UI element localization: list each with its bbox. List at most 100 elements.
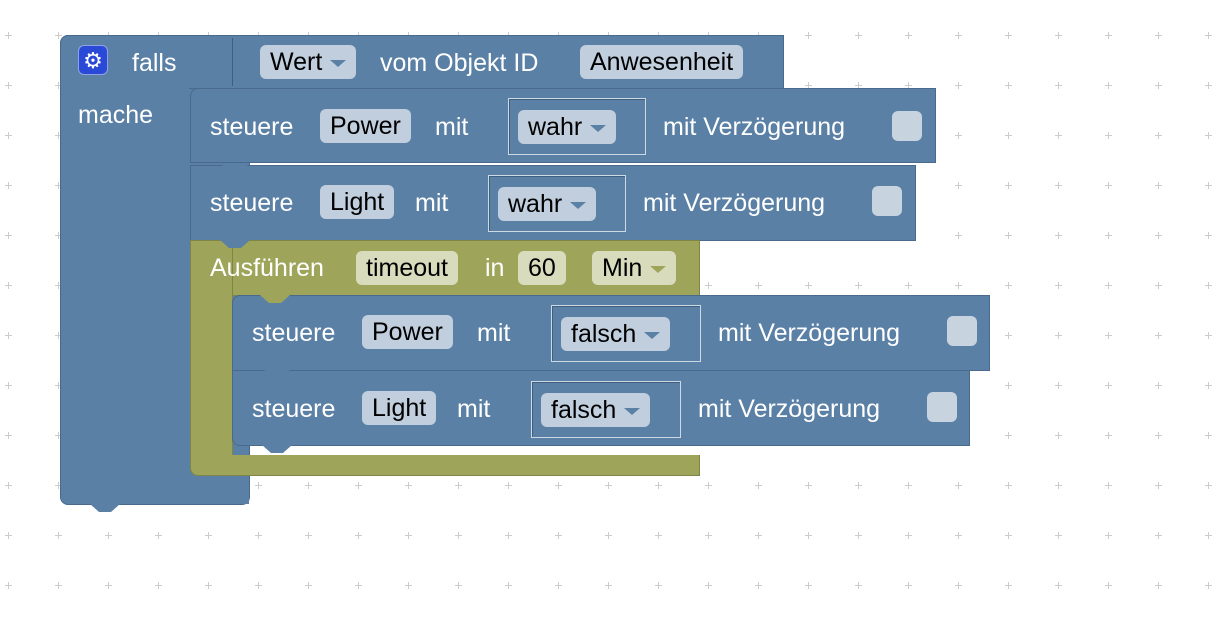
delay-label: mit Verzögerung (643, 189, 826, 217)
grid-dot (705, 532, 712, 539)
grid-dot (805, 482, 812, 489)
grid-dot (305, 482, 312, 489)
grid-dot (605, 482, 612, 489)
grid-dot (1205, 332, 1212, 339)
grid-dot (955, 232, 962, 239)
steuere-label: steuere (210, 113, 294, 141)
grid-dot (755, 482, 762, 489)
grid-dot (355, 482, 362, 489)
grid-dot (905, 582, 912, 589)
grid-dot (1105, 332, 1112, 339)
object-field[interactable]: Light (362, 391, 437, 425)
grid-dot (1005, 432, 1012, 439)
object-field[interactable]: Power (320, 109, 411, 143)
grid-dot (1055, 332, 1062, 339)
steuere-label: steuere (210, 189, 294, 217)
grid-dot (755, 582, 762, 589)
grid-dot (905, 282, 912, 289)
grid-dot (1005, 132, 1012, 139)
grid-dot (655, 582, 662, 589)
mache-label: mache (78, 101, 154, 129)
grid-dot (155, 532, 162, 539)
object-id-field[interactable]: Anwesenheit (580, 45, 744, 79)
grid-dot (505, 532, 512, 539)
grid-dot (305, 532, 312, 539)
timeout-value-field[interactable]: 60 (518, 251, 566, 285)
grid-dot (855, 532, 862, 539)
grid-dot (1105, 132, 1112, 139)
delay-checkbox[interactable] (872, 186, 902, 216)
grid-dot (1105, 32, 1112, 39)
grid-dot (955, 282, 962, 289)
grid-dot (555, 582, 562, 589)
grid-dot (1105, 582, 1112, 589)
grid-dot (1005, 82, 1012, 89)
value-type-dropdown[interactable]: Wert (260, 45, 357, 79)
grid-dot (5, 32, 12, 39)
grid-dot (1005, 182, 1012, 189)
value-dropdown[interactable]: falsch (541, 393, 651, 427)
grid-dot (1155, 82, 1162, 89)
value-dropdown[interactable]: wahr (498, 187, 597, 221)
grid-dot (1005, 532, 1012, 539)
grid-dot (1055, 432, 1062, 439)
grid-dot (505, 482, 512, 489)
grid-dot (1005, 282, 1012, 289)
grid-dot (55, 532, 62, 539)
grid-dot (5, 82, 12, 89)
grid-dot (955, 482, 962, 489)
grid-dot (1155, 232, 1162, 239)
value-dropdown[interactable]: wahr (518, 110, 617, 144)
grid-dot (755, 532, 762, 539)
grid-dot (1205, 582, 1212, 589)
grid-dot (955, 532, 962, 539)
grid-dot (1055, 132, 1062, 139)
grid-dot (955, 32, 962, 39)
timeout-unit-dropdown[interactable]: Min (592, 251, 677, 285)
grid-dot (1205, 382, 1212, 389)
grid-dot (55, 582, 62, 589)
grid-dot (1205, 432, 1212, 439)
grid-dot (1105, 482, 1112, 489)
grid-dot (5, 282, 12, 289)
grid-dot (1005, 382, 1012, 389)
grid-dot (955, 182, 962, 189)
grid-dot (1205, 232, 1212, 239)
grid-dot (905, 532, 912, 539)
grid-dot (1055, 82, 1062, 89)
delay-checkbox[interactable] (927, 392, 957, 422)
grid-dot (805, 582, 812, 589)
grid-dot (355, 582, 362, 589)
grid-dot (5, 432, 12, 439)
grid-dot (1155, 582, 1162, 589)
grid-dot (1205, 132, 1212, 139)
grid-dot (5, 382, 12, 389)
grid-dot (1055, 182, 1062, 189)
grid-dot (1155, 182, 1162, 189)
timeout-name-field[interactable]: timeout (356, 251, 458, 285)
grid-dot (1005, 32, 1012, 39)
grid-dot (705, 482, 712, 489)
grid-dot (855, 32, 862, 39)
grid-dot (1005, 332, 1012, 339)
grid-dot (5, 582, 12, 589)
grid-dot (1105, 532, 1112, 539)
grid-dot (255, 582, 262, 589)
grid-dot (1005, 482, 1012, 489)
grid-dot (605, 532, 612, 539)
grid-dot (1055, 532, 1062, 539)
grid-dot (1205, 82, 1212, 89)
value-dropdown[interactable]: falsch (561, 317, 671, 351)
grid-dot (1155, 432, 1162, 439)
grid-dot (1205, 182, 1212, 189)
gear-icon[interactable]: ⚙ (78, 45, 108, 75)
grid-dot (1055, 232, 1062, 239)
delay-checkbox[interactable] (892, 111, 922, 141)
grid-dot (255, 532, 262, 539)
grid-dot (1155, 282, 1162, 289)
object-field[interactable]: Light (320, 185, 395, 219)
delay-checkbox[interactable] (947, 316, 977, 346)
object-field[interactable]: Power (362, 315, 453, 349)
grid-dot (1055, 382, 1062, 389)
grid-dot (5, 232, 12, 239)
